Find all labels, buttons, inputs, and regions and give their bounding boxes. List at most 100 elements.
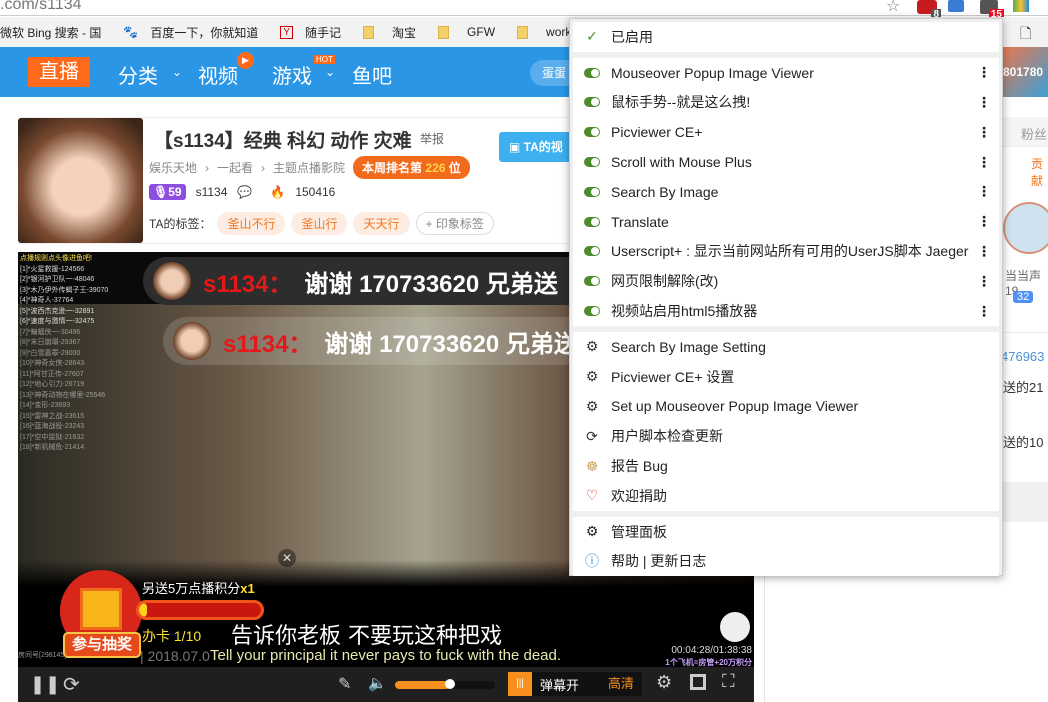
- address-bar[interactable]: .com/s1134 ☆ 8 15: [0, 0, 1048, 20]
- rank-entry[interactable]: [3]*木乃伊外传蝎子王-39070: [20, 286, 116, 297]
- more-vert-icon[interactable]: ⋮: [977, 303, 991, 320]
- bookmark-gfw[interactable]: GFW: [438, 25, 495, 39]
- script-item[interactable]: Scroll with Mouse Plus ⋮: [573, 147, 999, 177]
- nav-game[interactable]: 游戏: [272, 60, 312, 89]
- star-icon[interactable]: ☆: [886, 0, 900, 16]
- danmu-toggle[interactable]: ||| 弹幕开: [508, 672, 604, 696]
- extension-icon[interactable]: [948, 0, 964, 12]
- more-vert-icon[interactable]: ⋮: [977, 243, 991, 260]
- rank-entry[interactable]: [11]*阿甘正传-27607: [20, 370, 116, 381]
- volume-handle[interactable]: [445, 679, 455, 689]
- edit-icon[interactable]: ✎: [338, 674, 351, 694]
- chevron-down-icon[interactable]: ⌄: [172, 65, 182, 79]
- chevron-down-icon[interactable]: ⌄: [325, 65, 335, 79]
- toggle-icon[interactable]: [573, 67, 611, 78]
- rank-entry[interactable]: [10]*神奇女侠-28643: [20, 359, 116, 370]
- command-item[interactable]: ⟳ 用户脚本检查更新: [573, 421, 999, 451]
- fan-avatar[interactable]: [1003, 202, 1048, 254]
- command-item[interactable]: ♡ 欢迎捐助: [573, 481, 999, 511]
- ta-video-button[interactable]: ▣ TA的视: [499, 132, 579, 162]
- rank-entry[interactable]: [8]*末日崩塌-29367: [20, 338, 116, 349]
- nav-video[interactable]: 视频: [198, 60, 238, 89]
- tampermonkey-icon[interactable]: 15: [980, 0, 1004, 20]
- menu-dashboard[interactable]: ⚙ 管理面板: [573, 517, 999, 547]
- more-vert-icon[interactable]: ⋮: [977, 64, 991, 81]
- more-vert-icon[interactable]: ⋮: [977, 183, 991, 200]
- more-vert-icon[interactable]: ⋮: [977, 273, 991, 290]
- toggle-icon[interactable]: [573, 216, 611, 227]
- streamer-avatar[interactable]: [18, 118, 143, 243]
- breadcrumb-theme-cinema[interactable]: 主题点播影院: [273, 159, 345, 176]
- script-item[interactable]: Mouseover Popup Image Viewer ⋮: [573, 58, 999, 88]
- quality-button[interactable]: 高清: [600, 672, 642, 696]
- join-lottery-button[interactable]: 参与抽奖: [63, 632, 141, 658]
- more-vert-icon[interactable]: ⋮: [977, 124, 991, 141]
- breadcrumb-watch-together[interactable]: 一起看: [217, 159, 253, 176]
- menu-help[interactable]: ⓘ 帮助 | 更新日志: [573, 547, 999, 577]
- rank-entry[interactable]: [18]*新机械危-21414: [20, 443, 116, 454]
- command-item[interactable]: ☸ 报告 Bug: [573, 451, 999, 481]
- rank-entry[interactable]: [16]*蓝海战役-23243: [20, 422, 116, 433]
- rank-entry[interactable]: [13]*神奇动物在哪里-25546: [20, 391, 116, 402]
- toggle-icon[interactable]: [573, 276, 611, 287]
- bookmark-bing[interactable]: 微软 Bing 搜索 - 国: [0, 24, 101, 41]
- script-item[interactable]: Picviewer CE+ ⋮: [573, 117, 999, 147]
- toggle-icon[interactable]: [573, 306, 611, 317]
- command-item[interactable]: ⚙ Picviewer CE+ 设置: [573, 362, 999, 392]
- menu-enabled[interactable]: ✓ 已启用: [573, 22, 999, 52]
- tab-fans[interactable]: 粉丝: [1021, 124, 1047, 143]
- rank-entry[interactable]: [6]*速度与激情一-32475: [20, 317, 116, 328]
- tag-item[interactable]: 釜山不行: [217, 212, 286, 235]
- bookmark-taobao[interactable]: 淘宝: [363, 24, 416, 41]
- rank-entry[interactable]: [12]*地心引力-26719: [20, 380, 116, 391]
- nav-category[interactable]: 分类: [118, 60, 158, 89]
- rank-entry[interactable]: [4]*神奇人-37764: [20, 296, 116, 307]
- maps-extension-icon[interactable]: [1013, 0, 1029, 12]
- tag-item[interactable]: 天天行: [353, 212, 410, 235]
- bookmark-suishouji[interactable]: Y 随手记: [280, 24, 341, 41]
- report-link[interactable]: 举报: [420, 130, 444, 147]
- more-vert-icon[interactable]: ⋮: [977, 213, 991, 230]
- script-item[interactable]: Userscript+ : 显示当前网站所有可用的UserJS脚本 Jaeger…: [573, 237, 999, 267]
- rank-entry[interactable]: [7]*蝙蝠侠一-30496: [20, 328, 116, 339]
- breadcrumb-entertainment[interactable]: 娱乐天地: [149, 159, 197, 176]
- more-vert-icon[interactable]: ⋮: [977, 154, 991, 171]
- settings-icon[interactable]: ⚙: [656, 672, 672, 693]
- more-vert-icon[interactable]: ⋮: [977, 94, 991, 111]
- pause-icon[interactable]: ❚❚: [30, 674, 60, 695]
- script-item[interactable]: 鼠标手势--就是这么拽! ⋮: [573, 88, 999, 118]
- nav-live[interactable]: 直播: [28, 57, 90, 87]
- bookmark-baidu[interactable]: 🐾 百度一下，你就知道: [123, 24, 258, 41]
- rank-entry[interactable]: [1]*火星救援-124566: [20, 265, 116, 276]
- rank-entry[interactable]: [14]*变形-23693: [20, 401, 116, 412]
- chat-user-id[interactable]: 476963: [1001, 349, 1044, 364]
- nav-yuba[interactable]: 鱼吧: [352, 60, 392, 89]
- close-icon[interactable]: ✕: [278, 549, 296, 567]
- toggle-icon[interactable]: [573, 97, 611, 108]
- toggle-icon[interactable]: [573, 157, 611, 168]
- command-item[interactable]: ⚙ Search By Image Setting: [573, 332, 999, 362]
- rank-entry[interactable]: [17]*空中监狱-21632: [20, 433, 116, 444]
- script-item[interactable]: Search By Image ⋮: [573, 177, 999, 207]
- rank-entry[interactable]: [5]*波西杰克逊一-32891: [20, 307, 116, 318]
- page-icon[interactable]: 🗋: [1020, 23, 1031, 47]
- toggle-icon[interactable]: [573, 186, 611, 197]
- toggle-icon[interactable]: [573, 127, 611, 138]
- rank-entry[interactable]: [15]*雷神之战-23615: [20, 412, 116, 423]
- script-item[interactable]: 视频站启用html5播放器 ⋮: [573, 296, 999, 326]
- add-tag-button[interactable]: + 印象标签: [415, 212, 494, 235]
- adblock-extension-icon[interactable]: 8: [917, 0, 941, 20]
- fullscreen-icon[interactable]: ⛶: [722, 671, 735, 692]
- script-item[interactable]: Translate ⋮: [573, 207, 999, 237]
- url-text[interactable]: .com/s1134: [0, 0, 82, 14]
- chat-bubble-icon[interactable]: 💬: [237, 185, 252, 199]
- rank-entry[interactable]: [9]*白雪嘉罪-29000: [20, 349, 116, 360]
- web-fullscreen-icon[interactable]: [690, 674, 706, 690]
- tag-item[interactable]: 釜山行: [291, 212, 348, 235]
- toggle-icon[interactable]: [573, 246, 611, 257]
- volume-slider[interactable]: [395, 679, 495, 689]
- rank-entry[interactable]: [2]*银河护卫队一-48046: [20, 275, 116, 286]
- volume-icon[interactable]: 🔈: [368, 674, 387, 692]
- script-item[interactable]: 网页限制解除(改) ⋮: [573, 266, 999, 296]
- refresh-icon[interactable]: ⟳: [63, 672, 80, 697]
